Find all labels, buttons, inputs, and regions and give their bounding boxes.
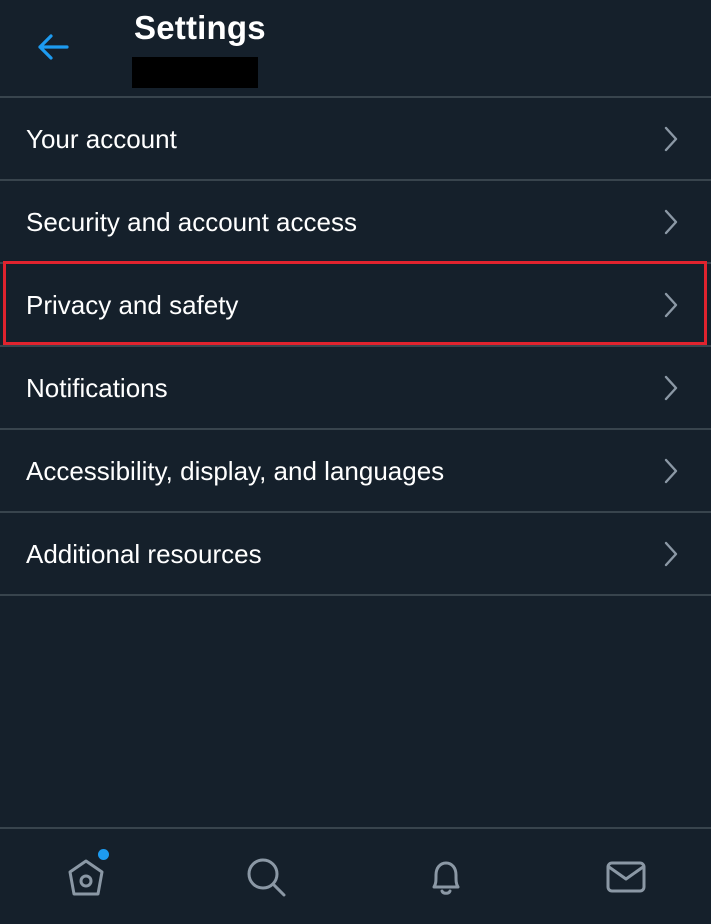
chevron-right-icon <box>664 375 678 400</box>
menu-item-accessibility-display-languages[interactable]: Accessibility, display, and languages <box>0 430 711 513</box>
mail-icon <box>606 861 646 893</box>
menu-item-label: Additional resources <box>26 538 262 569</box>
page-title: Settings <box>134 9 266 46</box>
bottom-nav <box>0 827 711 924</box>
back-button[interactable] <box>28 22 78 72</box>
menu-item-label: Notifications <box>26 372 168 403</box>
nav-messages-button[interactable] <box>600 851 652 903</box>
header-bar: Settings <box>0 0 711 98</box>
notification-dot <box>98 849 109 860</box>
arrow-left-icon <box>38 34 69 60</box>
chevron-right-icon <box>664 209 678 234</box>
nav-search-button[interactable] <box>240 851 292 903</box>
menu-item-notifications[interactable]: Notifications <box>0 347 711 430</box>
menu-item-label: Privacy and safety <box>26 289 239 320</box>
home-icon <box>68 859 104 896</box>
chevron-right-icon <box>664 458 678 483</box>
chevron-right-icon <box>664 126 678 151</box>
menu-item-privacy-and-safety[interactable]: Privacy and safety <box>0 264 711 347</box>
menu-item-additional-resources[interactable]: Additional resources <box>0 513 711 596</box>
chevron-right-icon <box>664 292 678 317</box>
redacted-username <box>132 57 258 88</box>
nav-notifications-button[interactable] <box>420 851 472 903</box>
chevron-right-icon <box>664 541 678 566</box>
menu-item-label: Your account <box>26 123 177 154</box>
settings-menu: Your account Security and account access… <box>0 98 711 596</box>
menu-item-security-and-account-access[interactable]: Security and account access <box>0 181 711 264</box>
menu-item-your-account[interactable]: Your account <box>0 98 711 181</box>
search-icon <box>247 858 286 897</box>
menu-item-label: Accessibility, display, and languages <box>26 455 445 486</box>
menu-item-label: Security and account access <box>26 206 357 237</box>
bell-icon <box>432 861 460 895</box>
